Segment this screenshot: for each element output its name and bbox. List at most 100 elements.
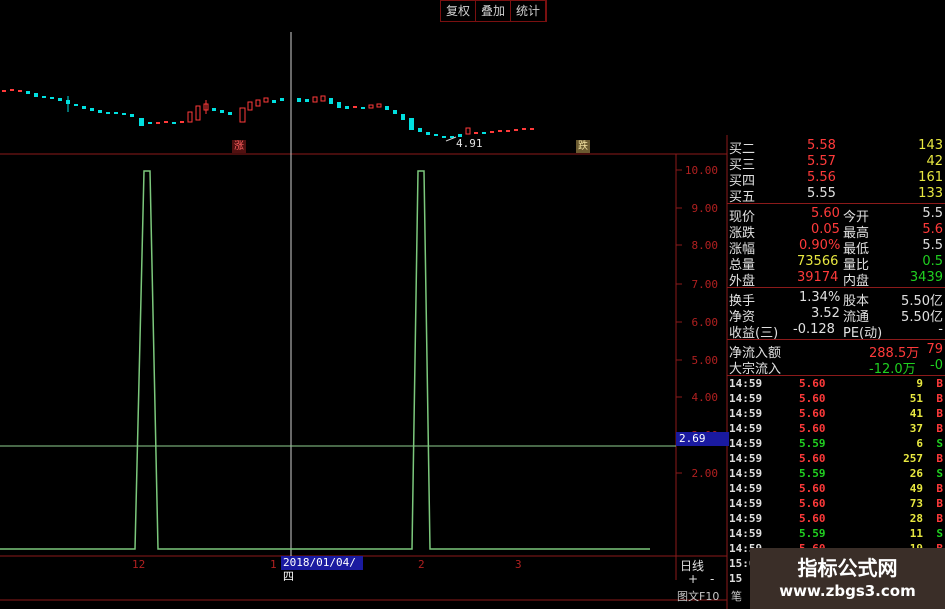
y-axis-label: 6.00 <box>691 316 719 329</box>
fund-value: -0.128 <box>793 322 835 337</box>
tick-row: 14:59 5.60 49 B <box>727 482 945 497</box>
bid-row[interactable]: 买五 5.55 133 <box>727 185 945 205</box>
tick-time: 14:59 <box>729 407 763 420</box>
watermark-url: www.zbgs3.com <box>779 582 916 600</box>
tick-time: 14:59 <box>729 422 763 435</box>
tick-price: 5.59 <box>799 527 826 540</box>
bid-price: 5.55 <box>807 186 836 201</box>
tick-row: 14:59 5.60 51 B <box>727 392 945 407</box>
zoom-in-button[interactable]: + <box>688 572 698 586</box>
bid-price: 5.57 <box>807 154 836 169</box>
stat-value: 73566 <box>797 254 839 269</box>
tick-time: 14:59 <box>729 482 763 495</box>
tick-direction: B <box>936 392 943 405</box>
tick-row: 14:59 5.60 73 B <box>727 497 945 512</box>
tick-price: 5.60 <box>799 422 826 435</box>
stat-value: 5.5 <box>922 238 943 253</box>
x-axis-tick: 1 <box>270 558 277 571</box>
bid-volume: 161 <box>918 170 943 185</box>
tick-price: 5.59 <box>799 437 826 450</box>
indicator-line <box>0 170 650 550</box>
fund-value: 3.52 <box>811 306 840 321</box>
bid-price: 5.56 <box>807 170 836 185</box>
flow-row: 大宗流入 -12.0万 -0 <box>727 357 945 377</box>
stat-row: 外盘 39174 内盘 3439 <box>727 269 945 289</box>
tick-price: 5.60 <box>799 452 826 465</box>
tick-direction: B <box>936 452 943 465</box>
tick-row: 14:59 5.60 28 B <box>727 512 945 527</box>
tick-direction: B <box>936 512 943 525</box>
crosshair-date: 2018/01/04/四 <box>281 556 363 583</box>
tick-price: 5.60 <box>799 377 826 390</box>
fund-value: 1.34% <box>799 290 841 305</box>
stat-value: 0.90% <box>799 238 841 253</box>
tick-price: 5.59 <box>799 467 826 480</box>
divider <box>727 375 945 376</box>
tick-price: 5.60 <box>799 512 826 525</box>
stat-value: 5.60 <box>811 206 840 221</box>
tick-volume: 51 <box>909 392 923 405</box>
tick-time: 14:59 <box>729 497 763 510</box>
f10-button[interactable]: 图文F10 <box>677 588 719 604</box>
x-axis-tick: 2 <box>418 558 425 571</box>
divider <box>727 203 945 204</box>
fall-marker[interactable]: 跌 <box>576 140 590 153</box>
tick-time: 14:59 <box>729 437 763 450</box>
fundamental-row: 收益(三) -0.128 PE(动) - <box>727 321 945 341</box>
x-axis-tick: 12 <box>132 558 146 571</box>
tick-volume: 11 <box>909 527 923 540</box>
tick-direction: B <box>936 422 943 435</box>
rise-marker[interactable]: 涨 <box>232 140 246 153</box>
stat-value: 3439 <box>909 270 943 285</box>
tick-price: 5.60 <box>799 407 826 420</box>
tick-volume: 9 <box>916 377 923 390</box>
x-axis-tick: 3 <box>515 558 522 571</box>
y-axis-label: 4.00 <box>691 391 719 404</box>
quote-panel: 买二 5.58 143 买三 5.57 42 买四 5.56 161 买五 5.… <box>727 135 945 609</box>
flow-extra: -0 <box>930 358 943 373</box>
tick-direction: B <box>936 482 943 495</box>
tick-volume: 41 <box>909 407 923 420</box>
tick-volume: 37 <box>909 422 923 435</box>
stat-value: 39174 <box>797 270 839 285</box>
y-axis-label: 9.00 <box>691 202 719 215</box>
stat-value: 5.5 <box>922 206 943 221</box>
tick-time: 14:59 <box>729 392 763 405</box>
tick-volume: 49 <box>909 482 923 495</box>
tick-time: 15 <box>729 572 743 585</box>
bid-volume: 133 <box>918 186 943 201</box>
stat-value: 5.6 <box>922 222 943 237</box>
flow-extra: 79 <box>926 342 943 357</box>
tick-row: 14:59 5.59 26 S <box>727 467 945 482</box>
current-value-label: 2.69 <box>676 432 729 446</box>
tick-row: 14:59 5.60 37 B <box>727 422 945 437</box>
tick-row: 14:59 5.60 9 B <box>727 377 945 392</box>
tick-volume: 257 <box>903 452 923 465</box>
y-axis-label: 7.00 <box>691 278 719 291</box>
tick-direction: B <box>936 377 943 390</box>
divider <box>727 287 945 288</box>
watermark-logo: 指标公式网 www.zbgs3.com <box>750 548 945 609</box>
tick-direction: S <box>936 437 943 450</box>
tick-volume: 6 <box>916 437 923 450</box>
tick-time: 14:59 <box>729 527 763 540</box>
bid-volume: 42 <box>926 154 943 169</box>
tick-price: 5.60 <box>799 497 826 510</box>
tick-time: 14:59 <box>729 467 763 480</box>
tick-direction: B <box>936 407 943 420</box>
tick-row: 14:59 5.59 6 S <box>727 437 945 452</box>
bid-volume: 143 <box>918 138 943 153</box>
tick-time: 14:59 <box>729 512 763 525</box>
tick-price: 5.60 <box>799 392 826 405</box>
tick-time: 14:59 <box>729 377 763 390</box>
tick-row: 14:59 5.60 257 B <box>727 452 945 467</box>
zoom-out-button[interactable]: - <box>710 572 714 586</box>
fund-value: - <box>938 322 943 337</box>
tick-row: 14:59 5.60 41 B <box>727 407 945 422</box>
candlestick-series <box>2 89 534 138</box>
tick-volume: 26 <box>909 467 923 480</box>
bid-price: 5.58 <box>807 138 836 153</box>
tick-direction: S <box>936 467 943 480</box>
y-axis-label: 8.00 <box>691 239 719 252</box>
stat-value: 0.5 <box>922 254 943 269</box>
